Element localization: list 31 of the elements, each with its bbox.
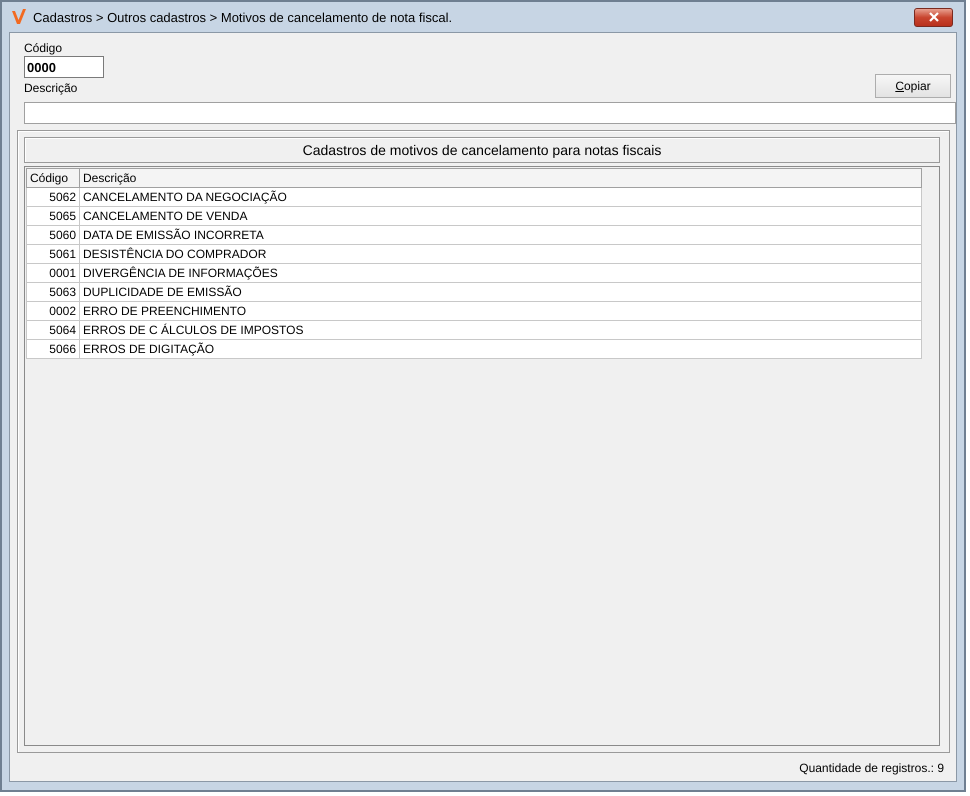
column-header[interactable]: Código [26,168,80,188]
code-field[interactable]: 0000 [24,56,104,78]
close-icon [928,12,940,22]
table-cell: DUPLICIDADE DE EMISSÃO [80,282,922,302]
field-label: Código [24,41,64,55]
table-cell: 5060 [26,226,80,244]
table-cell: CANCELAMENTO DE VENDA [80,206,922,226]
table-cell: DESISTÊNCIA DO COMPRADOR [80,244,922,264]
table-cell: 0001 [26,264,80,282]
table-cell: ERROS DE DIGITAÇÃO [80,340,922,358]
table-cell: DIVERGÊNCIA DE INFORMAÇÕES [80,264,922,282]
record-count: Quantidade de registros.: 9 [799,761,944,775]
copy-button[interactable]: Copiar [875,74,951,98]
table-cell: ERRO DE PREENCHIMENTO [80,302,922,320]
table-cell: 5063 [26,282,80,302]
field-label: Descrição [24,81,78,95]
table-cell: 0002 [26,302,80,320]
table-cell: 5062 [26,188,80,206]
table-cell: 5064 [26,320,80,340]
description-field[interactable] [24,102,956,124]
close-button[interactable] [914,8,953,26]
table-cell: 5061 [26,244,80,264]
table-cell: 5065 [26,206,80,226]
table-cell: 5066 [26,340,80,358]
group-title: Cadastros de motivos de cancelamento para notas fiscais [24,137,940,163]
table-cell: CANCELAMENTO DA NEGOCIAÇÃO [80,188,922,206]
window-title: Cadastros > Outros cadastros > Motivos de cancelamento de nota fiscal. [33,10,454,24]
column-header[interactable]: Descrição [80,168,922,188]
table-cell: ERROS DE C ÁLCULOS DE IMPOSTOS [80,320,922,340]
check-logo-icon [11,8,27,26]
table-cell: DATA DE EMISSÃO INCORRETA [80,226,922,244]
